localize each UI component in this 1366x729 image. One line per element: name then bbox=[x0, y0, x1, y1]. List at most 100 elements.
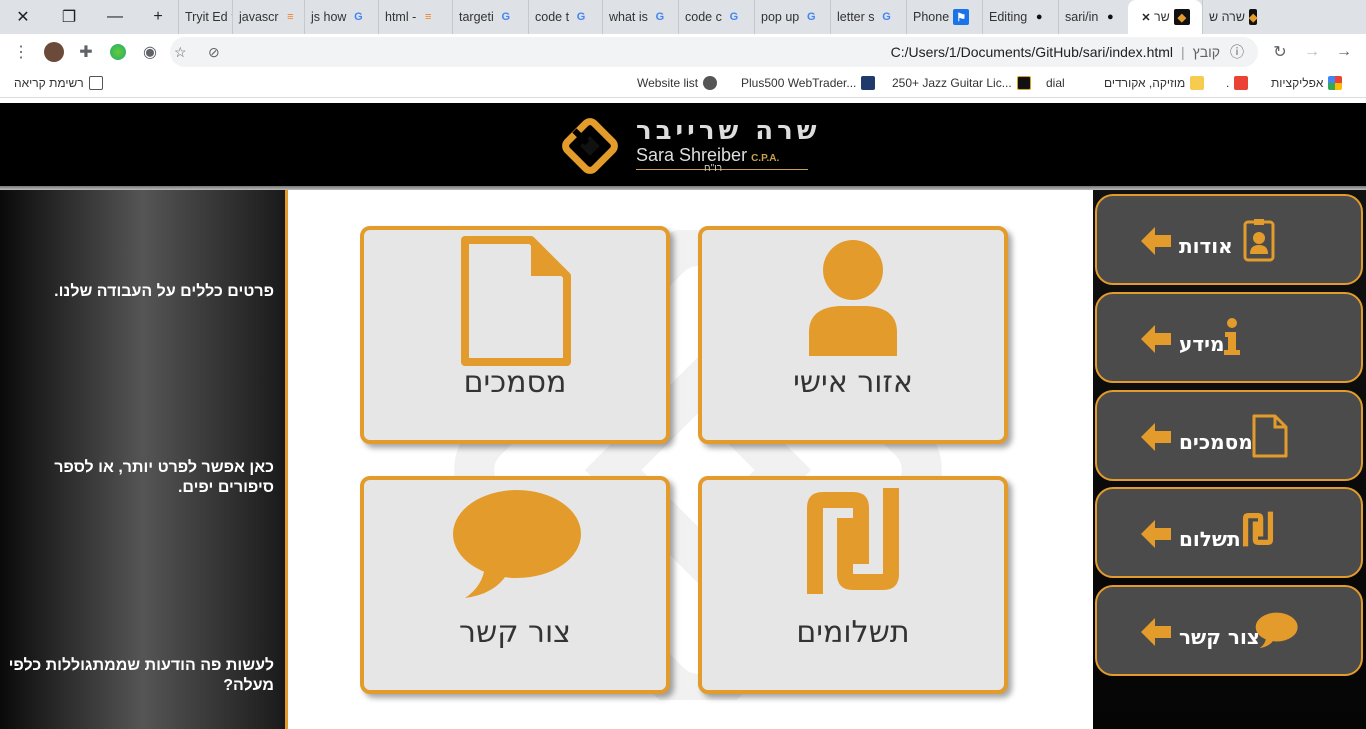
profile-avatar[interactable] bbox=[38, 36, 70, 68]
nav-about-button[interactable]: אודות bbox=[1095, 194, 1363, 285]
tab-title: what is bbox=[609, 10, 648, 24]
site-logo-icon: ◆ bbox=[1173, 9, 1190, 25]
shekel-icon bbox=[1242, 511, 1274, 547]
address-scheme-label: קובץ bbox=[1192, 44, 1220, 60]
bookmark-item[interactable]: dial bbox=[1046, 76, 1065, 90]
restore-window-icon[interactable]: ❐ bbox=[46, 0, 92, 34]
arrow-left-icon bbox=[1141, 227, 1171, 255]
browser-tab[interactable]: letter s G bbox=[830, 0, 906, 34]
browser-tab[interactable]: code c G bbox=[678, 0, 754, 34]
reading-list-icon bbox=[88, 76, 103, 90]
forward-icon[interactable]: → bbox=[1296, 36, 1328, 68]
browser-tab[interactable]: targeti G bbox=[452, 0, 528, 34]
tab-title: code c bbox=[685, 10, 722, 24]
browser-tab[interactable]: js how G bbox=[304, 0, 378, 34]
bookmark-label: 250+ Jazz Guitar Lic... bbox=[892, 76, 1012, 90]
browser-tab[interactable]: Editing ● bbox=[982, 0, 1058, 34]
info-icon bbox=[1224, 318, 1240, 355]
browser-tab[interactable]: pop up G bbox=[754, 0, 830, 34]
browser-tab-strip: ✕ ❐ — + Tryit Edw javascr ≡ js how G html … bbox=[0, 0, 1366, 34]
eye-off-icon[interactable]: ⊘ bbox=[208, 44, 220, 61]
browser-tab[interactable]: שרה ש ◆ bbox=[1202, 0, 1260, 34]
person-icon bbox=[809, 240, 897, 356]
browser-tab[interactable]: sari/in ● bbox=[1058, 0, 1128, 34]
apps-shortcut[interactable]: אפליקציות bbox=[1271, 76, 1347, 90]
tab-title: sari/in bbox=[1065, 10, 1099, 24]
documents-card[interactable]: מסמכים bbox=[360, 226, 670, 444]
plus500-icon bbox=[861, 76, 876, 90]
google-icon: G bbox=[655, 11, 665, 23]
browser-tab[interactable]: javascr ≡ bbox=[232, 0, 304, 34]
bookmark-item[interactable]: Plus500 WebTrader... bbox=[741, 76, 880, 90]
apps-grid-icon bbox=[1328, 76, 1343, 90]
info-note: פרטים כללים על העבודה שלנו. bbox=[54, 283, 274, 300]
bookmark-label: אפליקציות bbox=[1271, 76, 1324, 90]
logo-name-en: Sara Shreiber bbox=[636, 145, 748, 165]
browser-tab[interactable]: Tryit Edw bbox=[178, 0, 232, 34]
google-icon: G bbox=[882, 11, 891, 23]
reload-icon[interactable]: ↻ bbox=[1264, 36, 1296, 68]
globe-icon bbox=[703, 76, 718, 90]
tab-title: html - bbox=[385, 10, 417, 24]
google-icon: G bbox=[354, 11, 363, 23]
nav-documents-button[interactable]: מסמכים bbox=[1095, 390, 1363, 481]
bookmark-label: . bbox=[1226, 76, 1230, 90]
site-logo-icon: ◆ bbox=[1248, 9, 1258, 25]
minimize-window-icon[interactable]: — bbox=[92, 0, 138, 34]
nav-payment-button[interactable]: תשלום bbox=[1095, 487, 1363, 578]
tab-title: Tryit Ed bbox=[185, 10, 228, 24]
browser-tab[interactable]: what is G bbox=[602, 0, 678, 34]
extensions-icon[interactable]: ✚ bbox=[70, 36, 102, 68]
flag-icon: ⚑ bbox=[953, 9, 970, 25]
nav-info-button[interactable]: מידע bbox=[1095, 292, 1363, 383]
speech-bubble-icon bbox=[453, 490, 581, 598]
extension-globe-icon[interactable] bbox=[102, 36, 134, 68]
nav-contact-button[interactable]: צור קשר bbox=[1095, 585, 1363, 676]
menu-icon[interactable]: ⋮ bbox=[5, 36, 37, 68]
nav-label: תשלום bbox=[1179, 527, 1241, 551]
new-tab-icon[interactable]: + bbox=[138, 0, 178, 34]
bookmark-item[interactable]: Website list bbox=[637, 76, 722, 90]
nav-label: מסמכים bbox=[1179, 430, 1253, 454]
reading-list[interactable]: רשימת קריאה bbox=[14, 76, 108, 90]
bookmark-star-icon[interactable]: ☆ bbox=[174, 44, 187, 61]
tab-title: js how bbox=[311, 10, 347, 24]
payments-card[interactable]: תשלומים bbox=[698, 476, 1008, 694]
close-tab-icon[interactable]: ✕ bbox=[1138, 9, 1154, 25]
logo-title-he: שרה שרייבר bbox=[636, 116, 821, 146]
browser-tab[interactable]: Phone ⚑ bbox=[906, 0, 982, 34]
tab-title: pop up bbox=[761, 10, 800, 24]
card-label: אזור אישי bbox=[793, 365, 913, 400]
bookmark-item[interactable]: מוזיקה, אקורדים bbox=[1104, 76, 1209, 90]
browser-tab[interactable]: html - ≡ bbox=[378, 0, 452, 34]
nav-label: אודות bbox=[1179, 234, 1233, 258]
logo-suffix: רו"ח bbox=[704, 163, 723, 174]
address-bar[interactable]: C:/Users/1/Documents/GitHub/sari/index.h… bbox=[170, 37, 1258, 67]
bookmarks-bar: רשימת קריאה Website list Plus500 WebTrad… bbox=[0, 70, 1366, 98]
browser-toolbar: ⋮ ✚ ◉ C:/Users/1/Documents/GitHub/sari/i… bbox=[0, 34, 1366, 70]
github-icon: ● bbox=[1107, 11, 1114, 23]
bookmark-item[interactable]: 250+ Jazz Guitar Lic... bbox=[892, 76, 1036, 90]
close-window-icon[interactable]: ✕ bbox=[0, 0, 46, 34]
google-icon: G bbox=[806, 11, 816, 23]
folder-icon bbox=[1190, 76, 1205, 90]
bookmark-label: dial bbox=[1046, 76, 1065, 90]
id-badge-icon bbox=[1243, 219, 1275, 262]
extension-circle-icon[interactable]: ◉ bbox=[134, 36, 166, 68]
browser-tab-active[interactable]: ✕ שר ◆ bbox=[1128, 0, 1202, 34]
card-label: מסמכים bbox=[463, 365, 567, 400]
browser-tab[interactable]: code t G bbox=[528, 0, 602, 34]
info-note: לעשות פה הודעות שממתגוללות כלפי מעלה? bbox=[8, 657, 274, 694]
logo-cpa: C.P.A. bbox=[751, 153, 780, 164]
bookmark-label: Website list bbox=[637, 76, 699, 90]
bookmark-label: רשימת קריאה bbox=[14, 76, 84, 90]
personal-area-card[interactable]: אזור אישי bbox=[698, 226, 1008, 444]
tab-title: שר bbox=[1154, 10, 1170, 24]
address-text[interactable]: C:/Users/1/Documents/GitHub/sari/index.h… bbox=[891, 44, 1173, 60]
gmail-icon bbox=[1234, 76, 1249, 90]
card-label: צור קשר bbox=[459, 615, 571, 650]
bookmark-item[interactable]: . bbox=[1226, 76, 1253, 90]
contact-card[interactable]: צור קשר bbox=[360, 476, 670, 694]
site-info-icon[interactable]: ⓘ bbox=[1230, 42, 1244, 62]
back-icon[interactable]: → bbox=[1328, 36, 1360, 68]
